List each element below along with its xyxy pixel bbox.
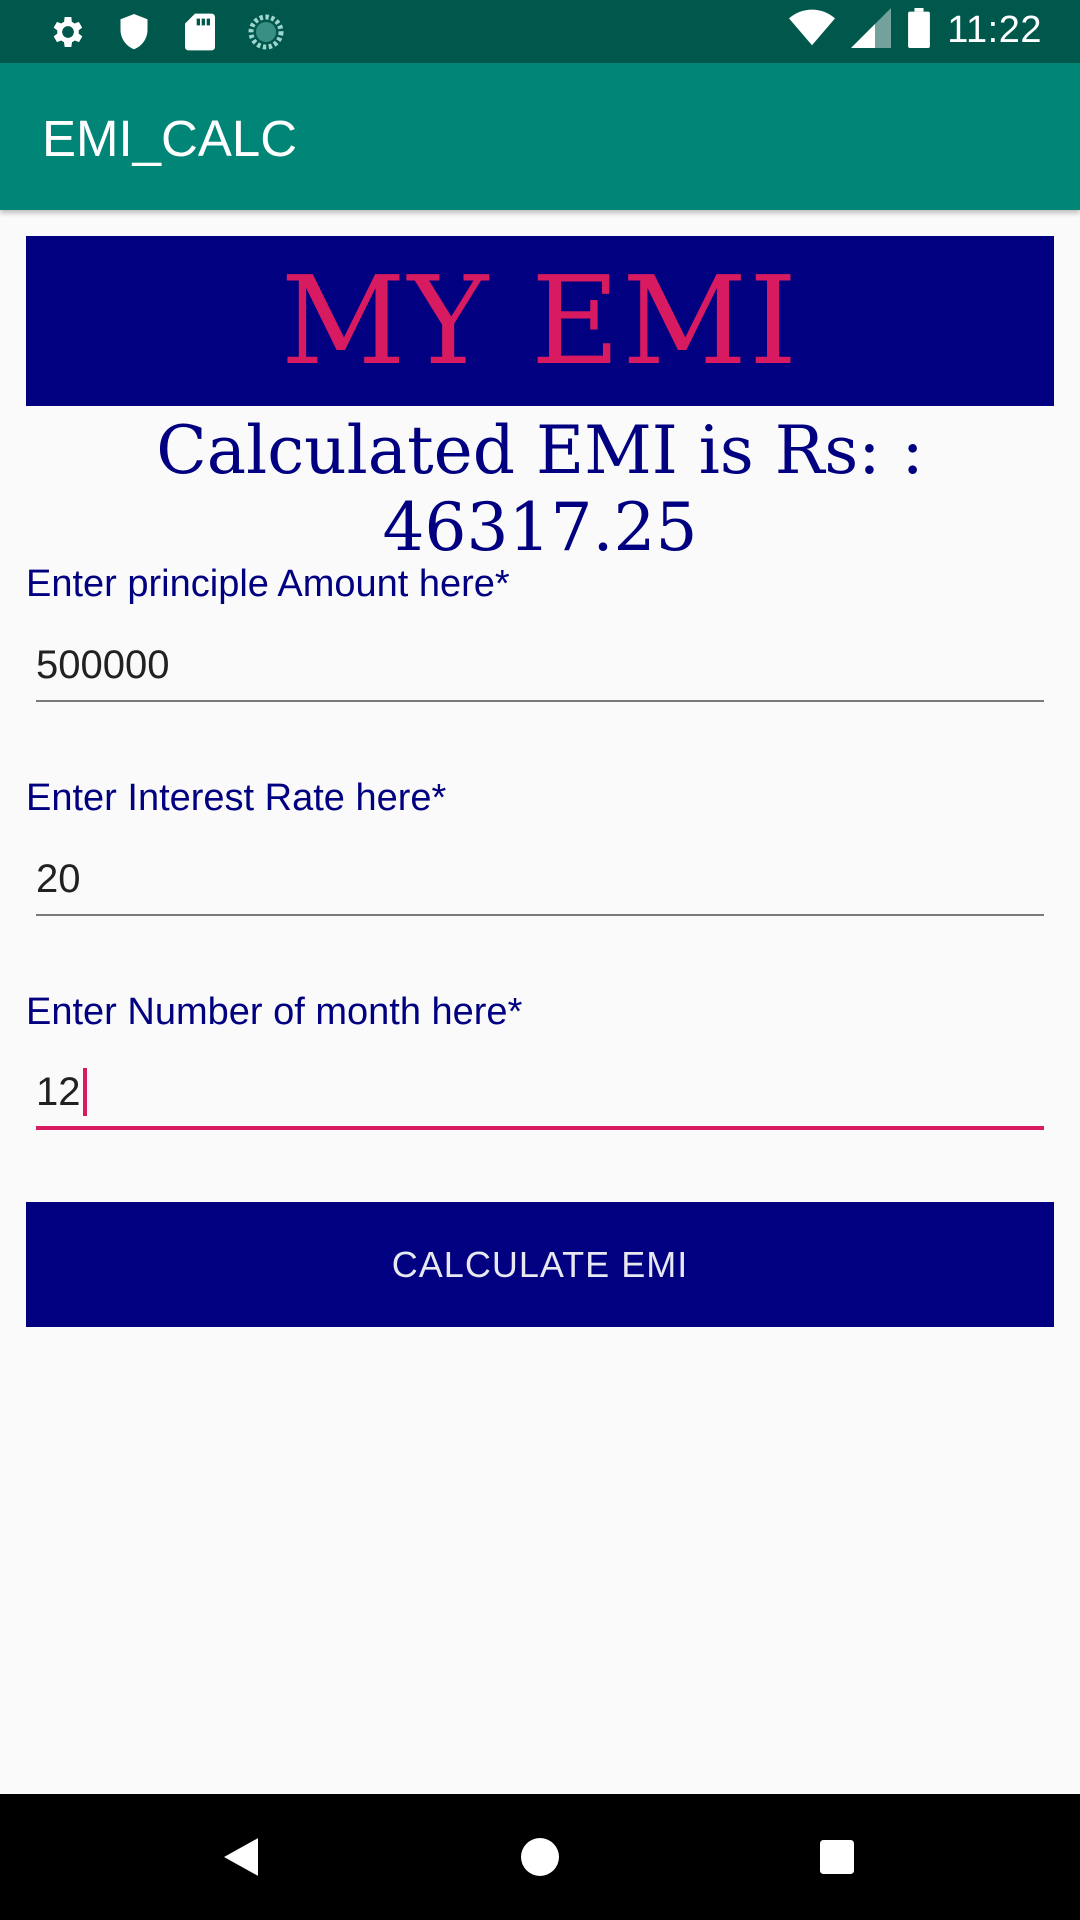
banner: MY EMI [26, 236, 1054, 406]
sd-card-icon [180, 12, 220, 52]
settings-icon [48, 12, 88, 52]
months-label: Enter Number of month here* [26, 991, 523, 1033]
app-title: EMI_CALC [42, 110, 298, 167]
back-icon[interactable] [216, 1832, 266, 1882]
battery-icon [907, 8, 931, 53]
status-icons-left [48, 12, 286, 52]
interest-rate-label: Enter Interest Rate here* [26, 777, 447, 819]
sync-icon [246, 12, 286, 52]
signal-icon [851, 8, 892, 53]
text-cursor [82, 1068, 87, 1116]
months-input[interactable]: 12 [36, 1058, 1044, 1130]
banner-title: MY EMI [280, 250, 800, 392]
status-icons-right: 11:22 [789, 8, 1042, 53]
recents-icon[interactable] [812, 1832, 862, 1882]
status-time: 11:22 [947, 9, 1042, 51]
status-bar: 11:22 [0, 0, 1080, 63]
navigation-bar [0, 1794, 1080, 1920]
emi-result: Calculated EMI is Rs: : 46317.25 [156, 412, 924, 566]
principal-label: Enter principle Amount here* [26, 563, 510, 605]
months-value: 12 [36, 1069, 81, 1114]
principal-input[interactable]: 500000 [36, 630, 1044, 702]
principal-value: 500000 [36, 642, 170, 687]
shield-icon [114, 12, 154, 52]
calculate-emi-button[interactable]: CALCULATE EMI [26, 1202, 1054, 1327]
interest-rate-input[interactable]: 20 [36, 844, 1044, 916]
home-icon[interactable] [515, 1832, 565, 1882]
wifi-icon [789, 8, 836, 53]
app-bar: EMI_CALC [0, 63, 1080, 210]
interest-rate-value: 20 [36, 856, 81, 901]
